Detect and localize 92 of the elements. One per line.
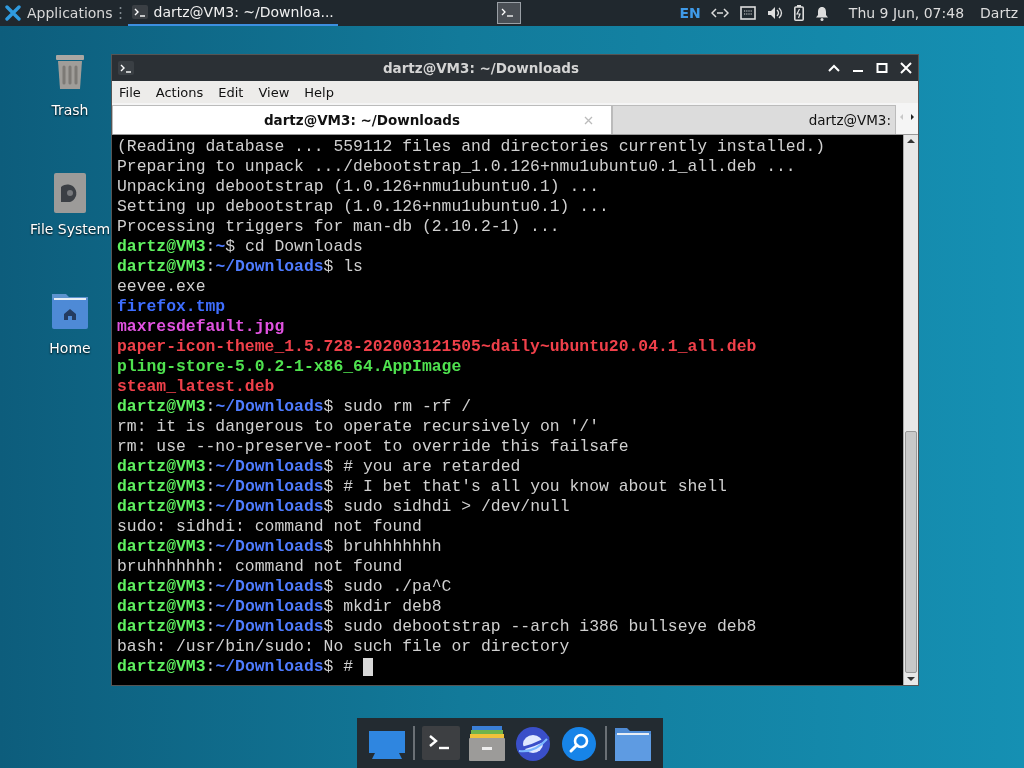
scrollbar-thumb[interactable] xyxy=(905,431,917,673)
prompt-path: ~/Downloads xyxy=(215,397,324,417)
command-text: $ cd Downloads xyxy=(225,237,363,257)
output-text: rm: use --no-preserve-root to override this failsafe xyxy=(117,437,629,457)
command-text: $ sudo rm -rf / xyxy=(323,397,472,417)
command-text: $ bruhhhhhhh xyxy=(323,537,442,557)
command-text: $ # I bet that's all you know about shell xyxy=(323,477,727,497)
terminal-icon xyxy=(131,5,148,19)
prompt-colon: : xyxy=(205,497,216,517)
output-text: Processing triggers for man-db (2.10.2-1) ... xyxy=(117,217,560,237)
menu-item[interactable]: Edit xyxy=(218,84,244,100)
prompt-user: dartz@VM3 xyxy=(117,617,206,637)
prompt-colon: : xyxy=(205,257,216,277)
output-text: Setting up debootstrap (1.0.126+nmu1ubuntu0.1) ... xyxy=(117,197,609,217)
globe-icon[interactable] xyxy=(513,724,553,762)
command-text: $ mkdir deb8 xyxy=(323,597,442,617)
terminal-icon[interactable] xyxy=(421,724,461,762)
command-text: $ sudo sidhdi > /dev/null xyxy=(323,497,570,517)
output-text: (Reading database ... 559112 files and directories currently installed.) xyxy=(117,137,826,157)
applications-menu[interactable]: Applications xyxy=(5,5,113,21)
prompt-colon: : xyxy=(205,237,216,257)
prompt-path: ~/Downloads xyxy=(215,257,324,277)
prompt-user: dartz@VM3 xyxy=(117,597,206,617)
prompt-colon: : xyxy=(205,597,216,617)
prompt-user: dartz@VM3 xyxy=(117,497,206,517)
prompt-user: dartz@VM3 xyxy=(117,477,206,497)
command-text: $ ls xyxy=(323,257,363,277)
prompt-colon: : xyxy=(205,657,216,677)
prompt-colon: : xyxy=(205,397,216,417)
prompt-colon: : xyxy=(205,457,216,477)
maximize-up-icon[interactable] xyxy=(828,63,840,73)
maximize-icon[interactable] xyxy=(876,63,888,73)
notification-bell-icon[interactable] xyxy=(814,5,829,21)
prompt-path: ~/Downloads xyxy=(215,457,324,477)
terminal-tab[interactable]: dartz@VM3: ~/Downloads xyxy=(112,105,612,134)
file-name: firefox.tmp xyxy=(117,297,226,317)
user-menu[interactable]: Dartz xyxy=(980,5,1018,21)
menu-item[interactable]: File xyxy=(119,84,141,100)
output-text: bash: /usr/bin/sudo: No such file or directory xyxy=(117,637,570,657)
terminal-tab[interactable]: dartz@VM3: xyxy=(612,105,896,134)
command-text: $ # xyxy=(323,657,355,677)
prompt-path: ~/Downloads xyxy=(215,597,324,617)
command-text: $ sudo ./pa^C xyxy=(323,577,452,597)
desktop-icon-label[interactable]: Home xyxy=(49,340,91,356)
prompt-path: ~/Downloads xyxy=(215,537,324,557)
prompt-colon: : xyxy=(205,477,216,497)
file-name: pling-store-5.0.2-1-x86_64.AppImage xyxy=(117,357,462,377)
menu-item[interactable]: Actions xyxy=(155,84,204,100)
desktop-icon-label[interactable]: Trash xyxy=(51,102,89,118)
output-text: bruhhhhhhh: command not found xyxy=(117,557,403,577)
prompt-path: ~/Downloads xyxy=(215,657,324,677)
xfce-logo-icon xyxy=(5,5,21,21)
prompt-user: dartz@VM3 xyxy=(117,257,206,277)
output-text: Preparing to unpack .../debootstrap_1.0.126+nmu1ubuntu0.1_all.deb ... xyxy=(117,157,796,177)
prompt-path: ~ xyxy=(215,237,226,257)
prompt-colon: : xyxy=(205,577,216,597)
prompt-path: ~/Downloads xyxy=(215,497,324,517)
output-text: sudo: sidhdi: command not found xyxy=(117,517,422,537)
prompt-colon: : xyxy=(205,617,216,637)
file-cabinet-icon[interactable] xyxy=(467,724,507,762)
desktop-icon-label[interactable]: File System xyxy=(29,221,111,237)
window-title: dartz@VM3: ~/Downloads xyxy=(381,60,581,76)
prompt-path: ~/Downloads xyxy=(215,577,324,597)
search-icon[interactable] xyxy=(559,724,599,762)
file-name: maxresdefault.jpg xyxy=(117,317,285,337)
prompt-user: dartz@VM3 xyxy=(117,537,206,557)
prompt-path: ~/Downloads xyxy=(215,477,324,497)
file-name: paper-icon-theme_1.5.728-202003121505~daily~ubuntu20.04.1_all.deb xyxy=(117,337,757,357)
menu-item[interactable]: View xyxy=(258,84,290,100)
terminal-icon[interactable] xyxy=(496,2,521,24)
handle-icon xyxy=(117,6,123,20)
command-text: $ # you are retarded xyxy=(323,457,521,477)
prompt-user: dartz@VM3 xyxy=(117,657,206,677)
prompt-user: dartz@VM3 xyxy=(117,457,206,477)
prompt-user: dartz@VM3 xyxy=(117,397,206,417)
output-text: eevee.exe xyxy=(117,277,206,297)
keyboard-icon[interactable] xyxy=(739,6,756,20)
network-icon[interactable] xyxy=(710,7,729,19)
prompt-user: dartz@VM3 xyxy=(117,577,206,597)
output-text: rm: it is dangerous to operate recursively on '/' xyxy=(117,417,599,437)
menu-item[interactable]: Help xyxy=(304,84,334,100)
keyboard-layout-indicator[interactable]: EN xyxy=(679,5,701,21)
output-text: Unpacking debootstrap (1.0.126+nmu1ubuntu0.1) ... xyxy=(117,177,599,197)
terminal-icon xyxy=(118,61,134,75)
volume-icon[interactable] xyxy=(766,6,783,20)
prompt-path: ~/Downloads xyxy=(215,617,324,637)
prompt-colon: : xyxy=(205,537,216,557)
file-name: steam_latest.deb xyxy=(117,377,275,397)
battery-icon[interactable] xyxy=(793,5,804,21)
command-text: $ sudo debootstrap --arch i386 bullseye deb8 xyxy=(323,617,757,637)
clock[interactable]: Thu 9 Jun, 07:48 xyxy=(848,5,965,21)
prompt-user: dartz@VM3 xyxy=(117,237,206,257)
